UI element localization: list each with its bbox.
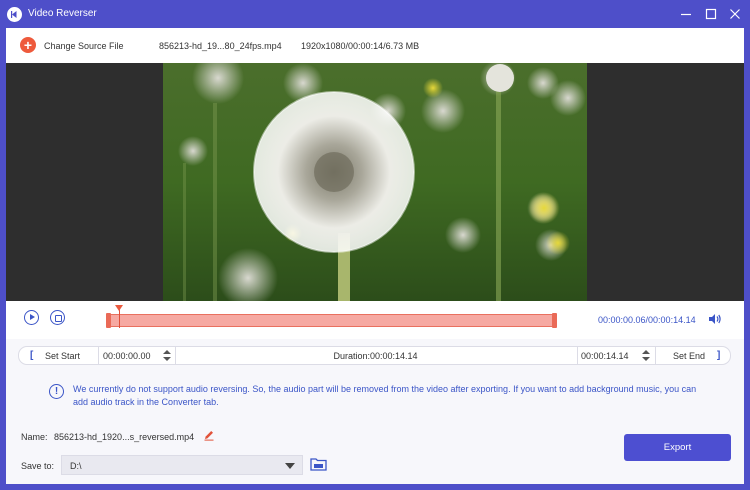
maximize-icon[interactable] (703, 6, 719, 22)
edit-icon[interactable] (203, 429, 215, 441)
source-file-name: 856213-hd_19...80_24fps.mp4 (159, 41, 282, 51)
save-to-label: Save to: (21, 461, 55, 471)
source-bar: + Change Source File 856213-hd_19...80_2… (6, 28, 744, 63)
clip-range-bar: [ Set Start 00:00:00.00 Duration:00:00:1… (18, 346, 731, 365)
change-source-button[interactable]: Change Source File (44, 41, 124, 51)
close-icon[interactable] (727, 6, 743, 22)
divider (655, 347, 656, 364)
playhead-marker-icon[interactable] (114, 305, 123, 311)
chevron-down-icon[interactable] (285, 463, 295, 469)
timeline-bar: 00:00:00.06/00:00:14.14 (6, 301, 744, 339)
trim-end-handle[interactable] (552, 313, 557, 328)
divider (577, 347, 578, 364)
time-readout: 00:00:00.06/00:00:14.14 (598, 315, 696, 325)
add-icon[interactable]: + (20, 37, 36, 53)
end-bracket-icon: ] (717, 350, 721, 361)
export-button[interactable]: Export (624, 434, 731, 461)
video-frame (163, 63, 587, 301)
minimize-icon[interactable] (678, 6, 694, 22)
name-label: Name: (21, 432, 48, 442)
reverser-window: + Change Source File 856213-hd_19...80_2… (6, 28, 744, 484)
save-to-select[interactable]: D:\ (61, 455, 303, 475)
trim-start-handle[interactable] (106, 313, 111, 328)
window-title: Video Reverser (28, 8, 97, 19)
video-player (6, 63, 744, 301)
info-icon: ! (49, 384, 64, 399)
title-bar: Video Reverser (0, 0, 750, 28)
end-time-field[interactable]: 00:00:14.14 (581, 351, 629, 361)
set-end-button[interactable]: Set End (673, 351, 705, 361)
volume-icon[interactable] (708, 313, 722, 325)
folder-icon[interactable] (310, 457, 327, 471)
source-file-info: 1920x1080/00:00:14/6.73 MB (301, 41, 420, 51)
save-to-value: D:\ (70, 461, 82, 471)
trim-track[interactable] (107, 314, 556, 327)
play-icon[interactable] (24, 310, 39, 325)
app-logo-icon (7, 7, 22, 22)
end-time-stepper[interactable] (642, 349, 650, 362)
audio-notice: We currently do not support audio revers… (73, 384, 697, 407)
output-name-value: 856213-hd_1920...s_reversed.mp4 (54, 432, 195, 442)
stop-icon[interactable] (50, 310, 65, 325)
